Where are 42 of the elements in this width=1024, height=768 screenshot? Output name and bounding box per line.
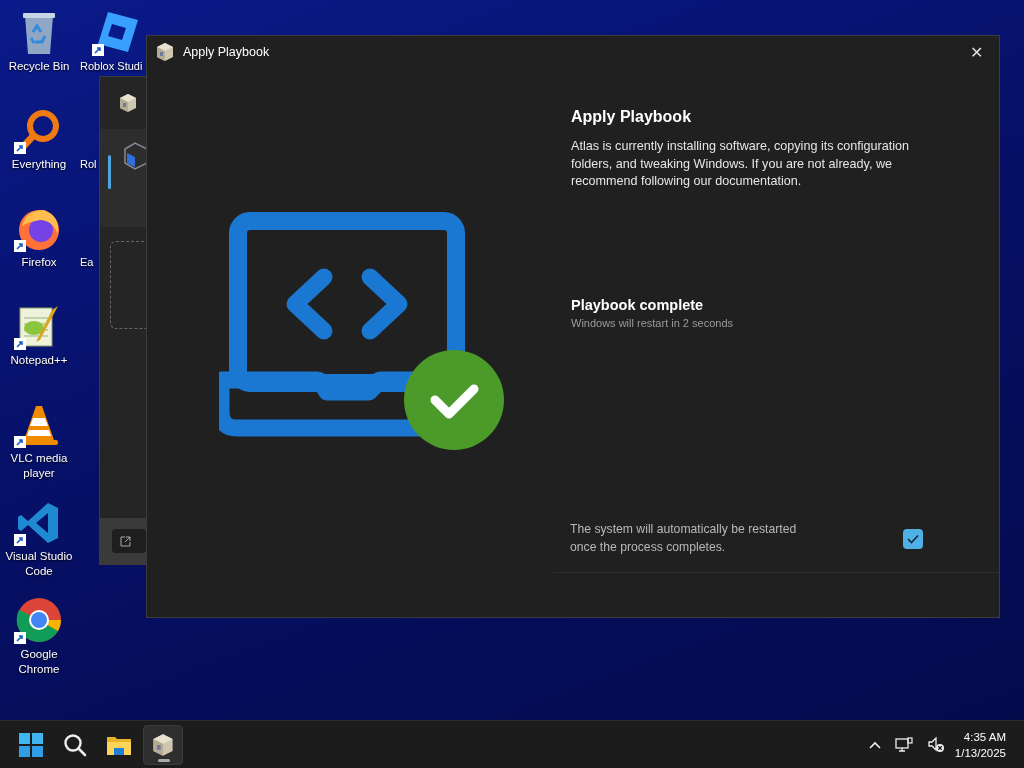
monitor-icon[interactable] bbox=[894, 736, 913, 753]
clock-time: 4:35 AM bbox=[963, 729, 1006, 745]
window-app-icon bbox=[155, 42, 175, 62]
desktop-icon-label[interactable]: Notepad++ bbox=[1, 353, 77, 368]
box-icon bbox=[118, 93, 138, 113]
search-icon bbox=[63, 732, 87, 757]
cube-icon bbox=[121, 141, 147, 171]
desktop-icon-label[interactable]: Google Chrome bbox=[1, 647, 77, 677]
shortcut-arrow-icon bbox=[14, 240, 26, 252]
open-button[interactable] bbox=[112, 529, 146, 553]
close-button[interactable]: ✕ bbox=[961, 38, 991, 66]
shortcut-arrow-icon bbox=[14, 632, 26, 644]
desktop-icon-label[interactable]: Ea bbox=[78, 255, 94, 270]
browser-icon bbox=[15, 596, 63, 644]
section-heading: Apply Playbook bbox=[571, 108, 693, 126]
box-icon bbox=[151, 732, 175, 757]
clock-date: 1/13/2025 bbox=[954, 745, 1006, 761]
desktop-icon-label[interactable]: Visual Studio Code bbox=[1, 549, 77, 579]
muted-speaker-icon[interactable] bbox=[926, 736, 945, 753]
shortcut-arrow-icon bbox=[14, 534, 26, 546]
desktop-icon-label[interactable]: Roblox Studi bbox=[78, 59, 143, 74]
restart-checkbox[interactable] bbox=[903, 528, 923, 549]
desktop-icon-label[interactable]: Recycle Bin bbox=[1, 59, 77, 74]
shortcut-arrow-icon bbox=[92, 44, 104, 56]
description-text: Atlas is currently installing software, copying its configuration folders, and tweaking Windows. If you are not already, we recommend following our documentation. bbox=[571, 138, 911, 190]
shortcut-arrow-icon bbox=[14, 142, 26, 154]
status-detail: Windows will restart in 2 seconds bbox=[571, 316, 734, 329]
desktop-icon-label[interactable]: Firefox bbox=[1, 255, 77, 270]
restart-option-text: The system will automatically be restarted once the process completes. bbox=[570, 521, 798, 556]
desktop-icon-label[interactable]: Rol bbox=[78, 157, 97, 172]
desktop-icon-label[interactable]: Everything bbox=[1, 157, 77, 172]
clock[interactable]: 4:35 AM 1/13/2025 bbox=[954, 728, 1006, 761]
shortcut-arrow-icon bbox=[14, 338, 26, 350]
desktop-icon-label[interactable]: VLC media player bbox=[1, 451, 77, 481]
shortcut-arrow-icon bbox=[14, 436, 26, 448]
checkmark-icon bbox=[907, 533, 919, 544]
external-link-icon bbox=[120, 535, 131, 547]
taskbar-button[interactable] bbox=[143, 724, 183, 765]
chevron-up-icon[interactable] bbox=[868, 740, 881, 749]
windows-logo-icon bbox=[19, 732, 43, 757]
window-title: Apply Playbook bbox=[183, 45, 271, 59]
status-title: Playbook complete bbox=[571, 296, 705, 313]
